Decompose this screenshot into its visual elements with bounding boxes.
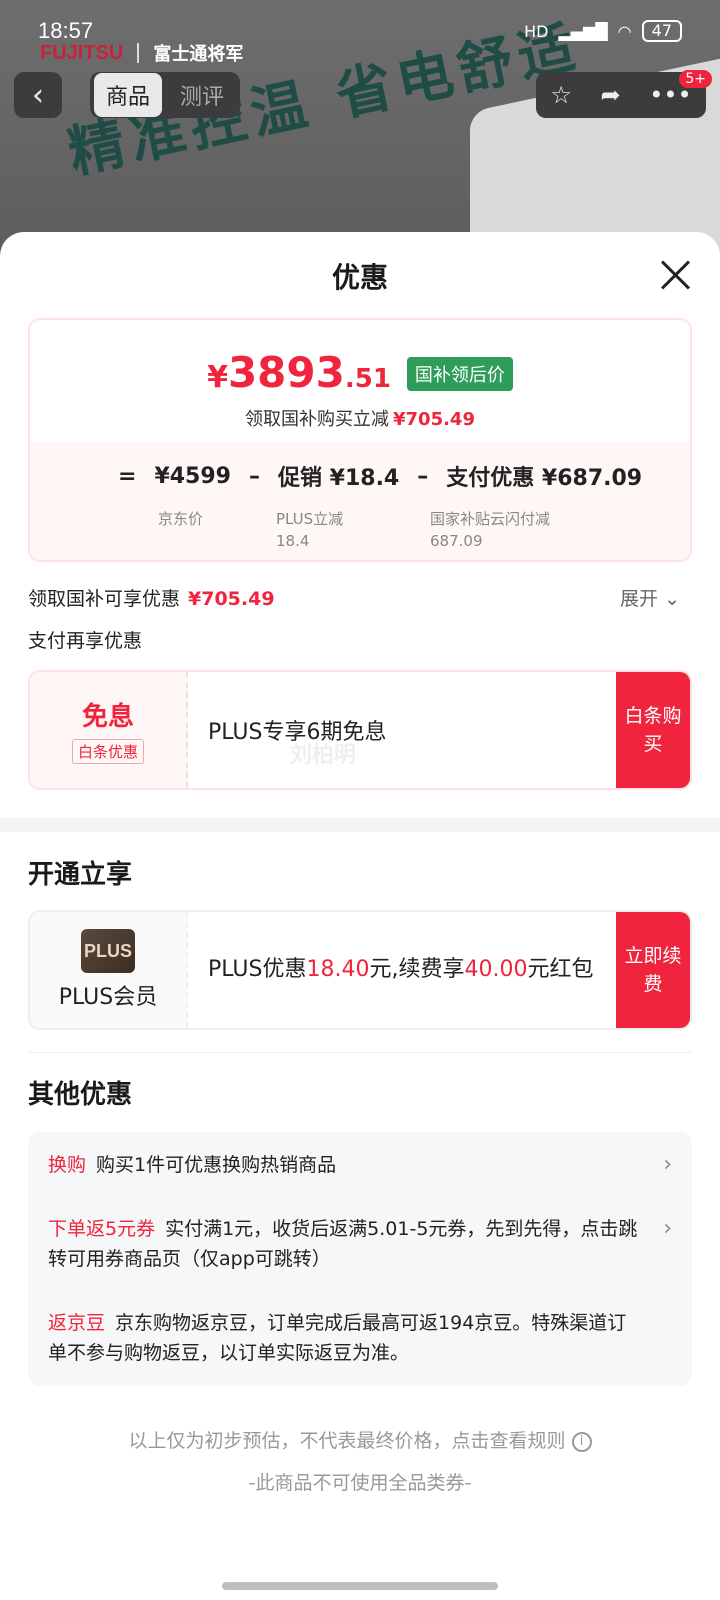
chevron-right-icon: › xyxy=(663,1152,672,1177)
battery-icon: 47 xyxy=(641,20,682,42)
installment-card[interactable]: 免息 白条优惠 PLUS专享6期免息 白条购买 xyxy=(28,670,692,790)
plus-text: PLUS优惠18.40元,续费享40.00元红包 xyxy=(208,957,594,982)
home-indicator[interactable] xyxy=(222,1582,498,1590)
tab-review[interactable]: 测评 xyxy=(168,73,236,117)
share-icon[interactable]: ➦ xyxy=(600,81,620,109)
thin-divider xyxy=(28,1052,692,1053)
close-icon[interactable] xyxy=(658,258,692,292)
price-subline: 领取国补购买立减 ¥705.49 xyxy=(30,405,690,431)
tab-product[interactable]: 商品 xyxy=(94,73,163,117)
chevron-left-icon: ‹ xyxy=(32,77,44,113)
calc-row: = ¥4599 – 促销 ¥18.4 – 支付优惠 ¥687.09 xyxy=(118,460,690,492)
other-item-tag: 返京豆 xyxy=(48,1312,106,1334)
calc-base-sub: 京东价 xyxy=(158,510,204,528)
claim-line: 领取国补可享优惠 ¥705.49 xyxy=(28,584,275,611)
price-summary: ¥3893.51 国补领后价 领取国补购买立减 ¥705.49 xyxy=(30,320,690,442)
plus-amount-b: 40.00 xyxy=(464,957,528,982)
calc-equals: = xyxy=(118,463,137,489)
section-divider xyxy=(0,818,720,832)
other-item-tag: 下单返5元券 xyxy=(48,1218,156,1240)
price-decimal: .51 xyxy=(344,364,391,394)
network-label: HD xyxy=(524,21,549,41)
calc-promo: 促销 ¥18.4 xyxy=(277,466,400,491)
pay-line: 支付再享优惠 xyxy=(28,630,143,652)
open-section-title: 开通立享 xyxy=(28,860,133,890)
installment-tag: 白条优惠 xyxy=(71,739,144,764)
price-integer: 3893 xyxy=(227,348,345,397)
chevron-down-icon: ⌄ xyxy=(664,588,680,610)
baitiao-buy-button[interactable]: 白条购买 xyxy=(616,672,690,788)
other-item-tag: 换购 xyxy=(48,1154,87,1176)
status-icons: HD ▂▄▆█ ◠ 47 xyxy=(524,20,682,42)
plus-name: PLUS会员 xyxy=(58,985,158,1010)
other-section-title: 其他优惠 xyxy=(28,1080,133,1110)
calc-promo-sub: PLUS立减 18.4 xyxy=(276,510,344,550)
footer-note-category: -此商品不可使用全品类券- xyxy=(248,1472,472,1494)
footer-note[interactable]: 以上仅为初步预估，不代表最终价格，点击查看规则 i xyxy=(0,1426,720,1453)
calc-minus-1: – xyxy=(248,463,260,489)
renew-button[interactable]: 立即续费 xyxy=(616,912,690,1028)
price-breakdown: = ¥4599 – 促销 ¥18.4 – 支付优惠 ¥687.09 京东价 PL… xyxy=(30,442,690,560)
plus-card[interactable]: PLUS PLUS会员 PLUS优惠18.40元,续费享40.00元红包 立即续… xyxy=(28,910,692,1030)
calc-minus-2: – xyxy=(417,463,429,489)
wifi-icon: ◠ xyxy=(617,21,632,41)
installment-text: PLUS专享6期免息 xyxy=(208,720,387,745)
calc-subs: 京东价 PLUS立减 18.4 国家补贴云闪付减 687.09 xyxy=(118,508,690,552)
price-tag: 国补领后价 xyxy=(406,357,513,391)
info-icon[interactable]: i xyxy=(571,1431,592,1452)
brand-name: 富士通将军 xyxy=(153,44,244,65)
star-icon[interactable]: ☆ xyxy=(550,81,572,109)
calc-base: ¥4599 xyxy=(154,463,231,489)
installment-title: 免息 xyxy=(81,702,134,732)
expand-label: 展开 xyxy=(620,588,659,610)
back-button[interactable]: ‹ xyxy=(14,72,62,118)
other-item-jingdou: 返京豆 京东购物返京豆，订单完成后最高可返194京豆。特殊渠道订单不参与购物返豆，… xyxy=(48,1308,672,1368)
calc-pay: 支付优惠 ¥687.09 xyxy=(446,466,643,491)
other-item-exchange[interactable]: 换购 购买1件可优惠换购热销商品 › xyxy=(48,1150,672,1180)
other-item-coupon[interactable]: 下单返5元券 实付满1元，收货后返满5.01-5元券，先到先得，点击跳转可用券商品… xyxy=(48,1214,672,1274)
price-card: ¥3893.51 国补领后价 领取国补购买立减 ¥705.49 = ¥4599 –… xyxy=(28,318,692,562)
claim-label: 领取国补可享优惠 xyxy=(28,588,181,610)
plus-left: PLUS PLUS会员 xyxy=(30,912,188,1028)
sheet-title: 优惠 xyxy=(331,261,388,294)
price-sub-value: ¥705.49 xyxy=(393,409,475,430)
other-item-text: 京东购物返京豆，订单完成后最高可返194京豆。特殊渠道订单不参与购物返豆，以订单… xyxy=(48,1312,627,1364)
watermark-text: 刘柏明 xyxy=(290,743,357,768)
brand-divider xyxy=(137,43,140,63)
plus-amount-a: 18.40 xyxy=(306,957,370,982)
brand-logo: FUJITSU xyxy=(40,41,124,64)
installment-left: 免息 白条优惠 xyxy=(30,672,188,788)
price-sub-label: 领取国补购买立减 xyxy=(245,409,389,430)
price-symbol: ¥ xyxy=(207,360,228,395)
expand-toggle[interactable]: 展开 ⌄ xyxy=(620,584,680,611)
other-offers: 换购 购买1件可优惠换购热销商品 › 下单返5元券 实付满1元，收货后返满5.01-… xyxy=(28,1132,692,1386)
product-tabs: 商品 测评 xyxy=(90,72,241,118)
brand-header: FUJITSU 富士通将军 xyxy=(40,40,243,66)
plus-logo: PLUS xyxy=(81,929,135,973)
other-item-text: 购买1件可优惠换购热销商品 xyxy=(96,1154,337,1176)
final-price: ¥3893.51 国补领后价 xyxy=(30,348,690,397)
discount-sheet: 优惠 ¥3893.51 国补领后价 领取国补购买立减 ¥705.49 = ¥459… xyxy=(0,232,720,1600)
notification-badge: 5+ xyxy=(679,70,712,88)
signal-icon: ▂▄▆█ xyxy=(558,21,608,41)
chevron-right-icon: › xyxy=(663,1216,672,1241)
footer-note-text: 以上仅为初步预估，不代表最终价格，点击查看规则 xyxy=(128,1430,566,1452)
calc-pay-sub: 国家补贴云闪付减 687.09 xyxy=(430,510,551,550)
claim-value: ¥705.49 xyxy=(188,588,275,610)
